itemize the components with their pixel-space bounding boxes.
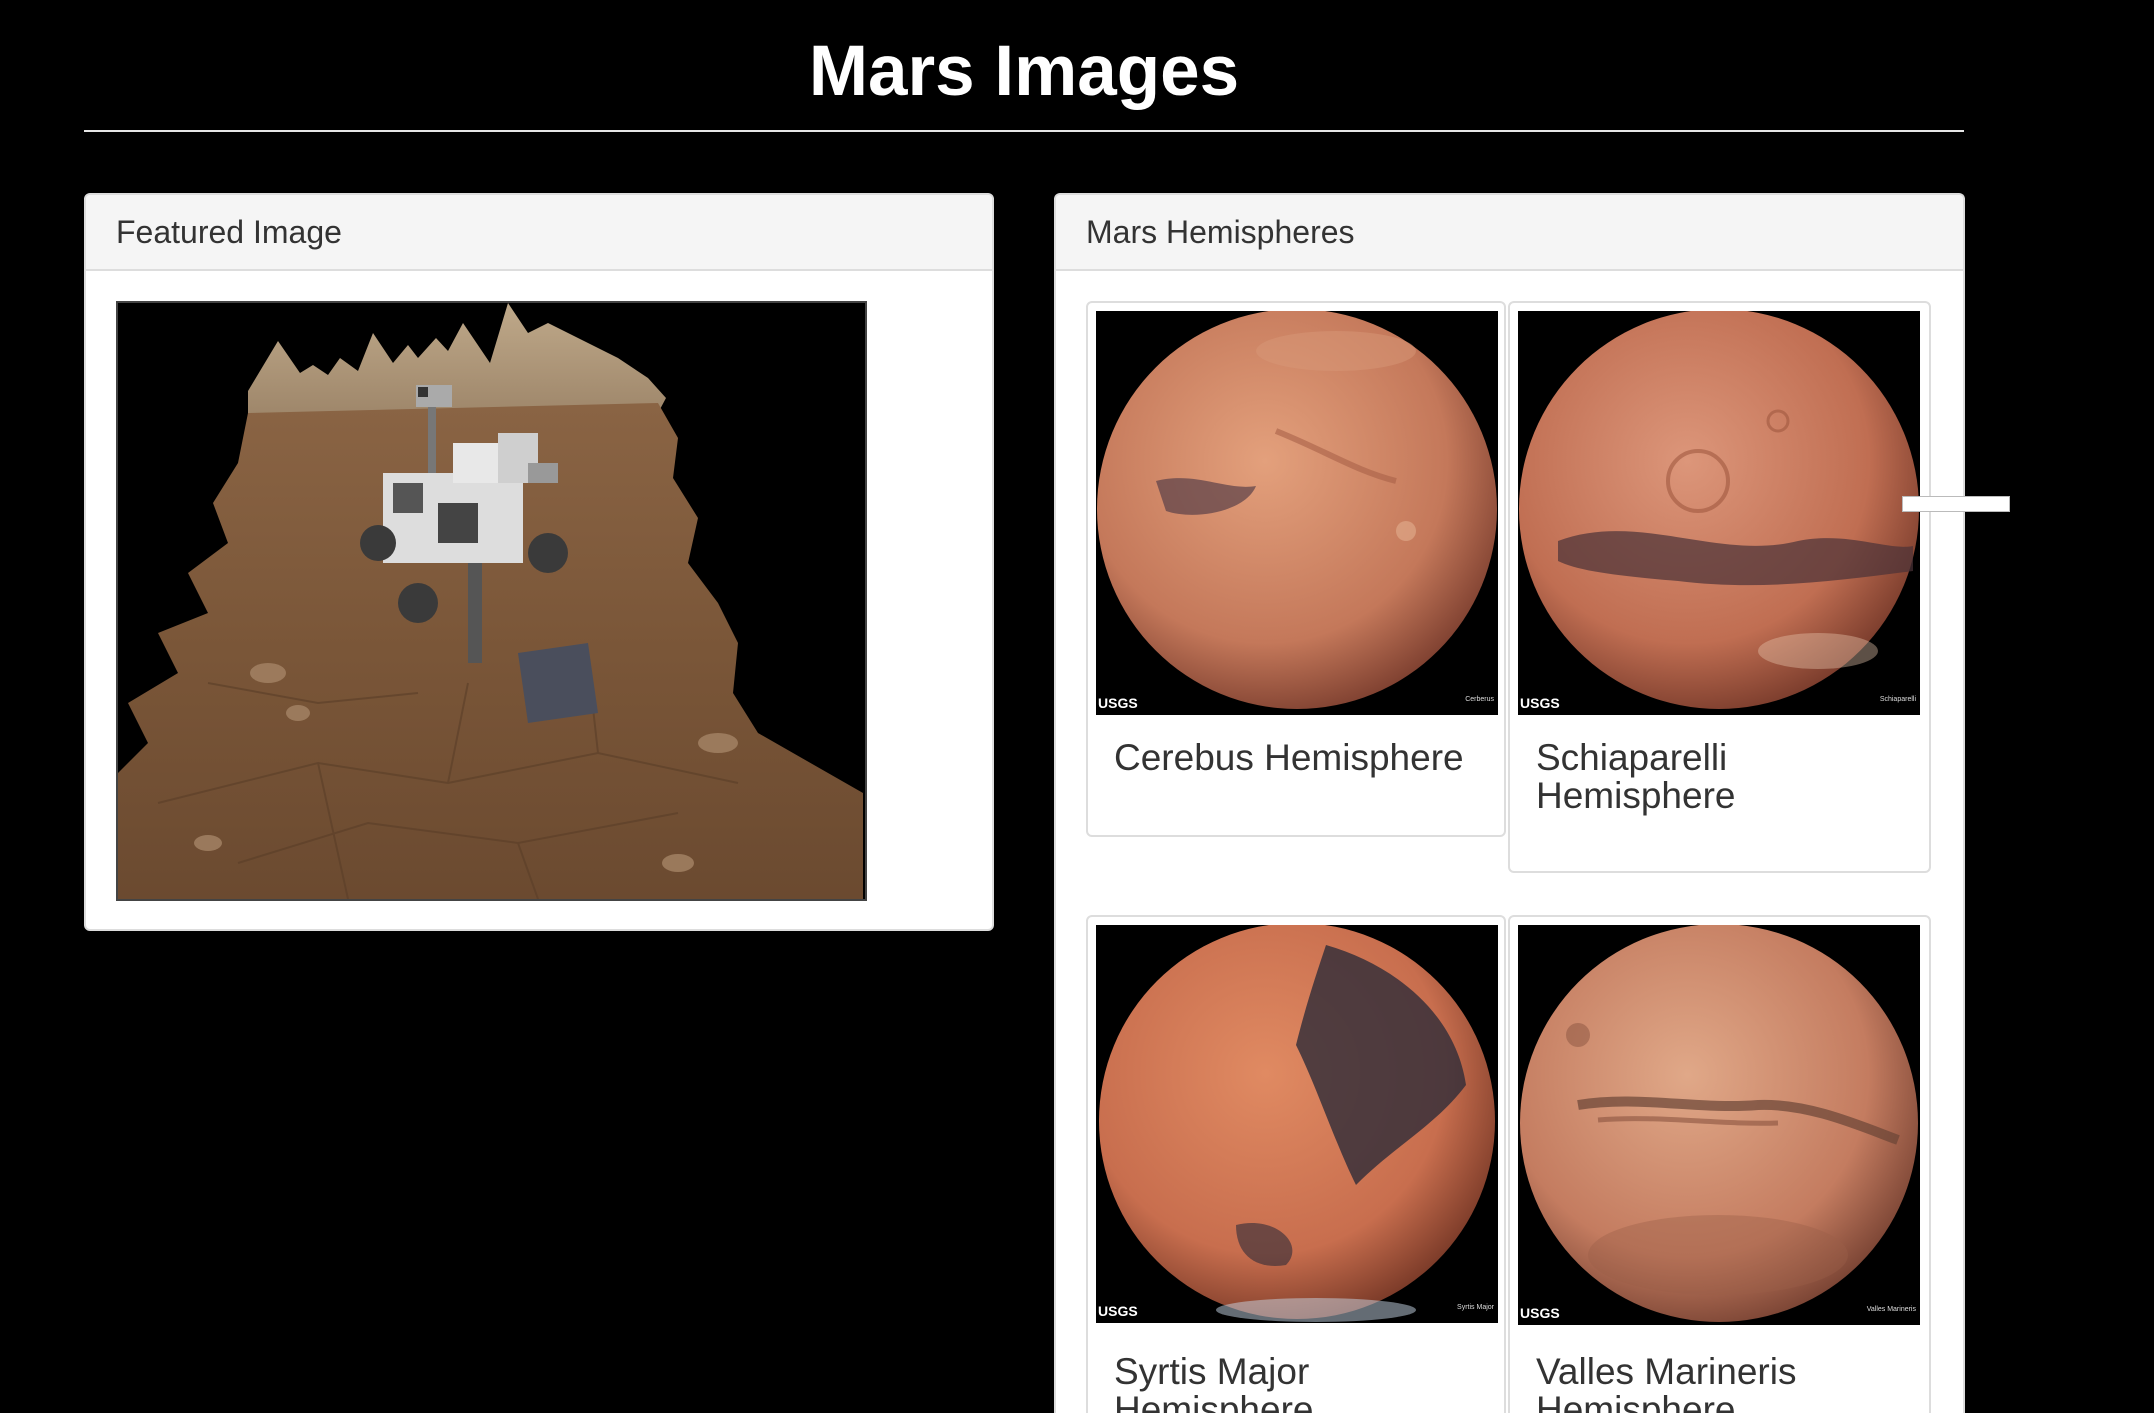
usgs-logo: USGS [1520,1305,1560,1321]
hemisphere-image-schiaparelli: USGS Schiaparelli [1518,311,1920,715]
hemisphere-card-syrtis-major[interactable]: USGS Syrtis Major Syrtis Major Hemispher… [1086,915,1506,1413]
hemisphere-card-valles-marineris[interactable]: USGS Valles Marineris Valles Marineris H… [1508,915,1931,1413]
image-label: Syrtis Major [1457,1304,1494,1311]
usgs-logo: USGS [1520,695,1560,711]
hemisphere-card-schiaparelli[interactable]: USGS Schiaparelli Schiaparelli Hemispher… [1508,301,1931,873]
featured-image-panel: Featured Image [84,193,994,931]
image-label: Cerberus [1465,696,1494,703]
featured-image-heading: Featured Image [86,195,992,271]
hemisphere-card-cerberus[interactable]: USGS Cerberus Cerebus Hemisphere [1086,301,1506,837]
usgs-logo: USGS [1098,1303,1138,1319]
hemisphere-title[interactable]: Cerebus Hemisphere [1114,739,1484,777]
image-label: Schiaparelli [1879,696,1916,703]
rover-selfie-image [118,303,865,899]
mars-hemispheres-heading: Mars Hemispheres [1056,195,1963,271]
title-divider [84,130,1964,132]
hemisphere-title[interactable]: Schiaparelli Hemisphere [1536,739,1909,815]
mars-hemispheres-panel: Mars Hemispheres USGS Cerberus Cerebus H… [1054,193,1965,1413]
featured-image[interactable] [116,301,867,901]
hemisphere-title[interactable]: Valles Marineris Hemisphere [1536,1353,1909,1413]
hemisphere-title[interactable]: Syrtis Major Hemisphere [1114,1353,1484,1413]
usgs-logo: USGS [1098,695,1138,711]
floating-scroll-handle[interactable] [1902,496,2010,512]
hemisphere-image-cerberus: USGS Cerberus [1096,311,1498,715]
hemisphere-image-valles-marineris: USGS Valles Marineris [1518,925,1920,1325]
hemisphere-image-syrtis-major: USGS Syrtis Major [1096,925,1498,1323]
page-title: Mars Images [808,32,1240,111]
image-label: Valles Marineris [1866,1306,1916,1313]
